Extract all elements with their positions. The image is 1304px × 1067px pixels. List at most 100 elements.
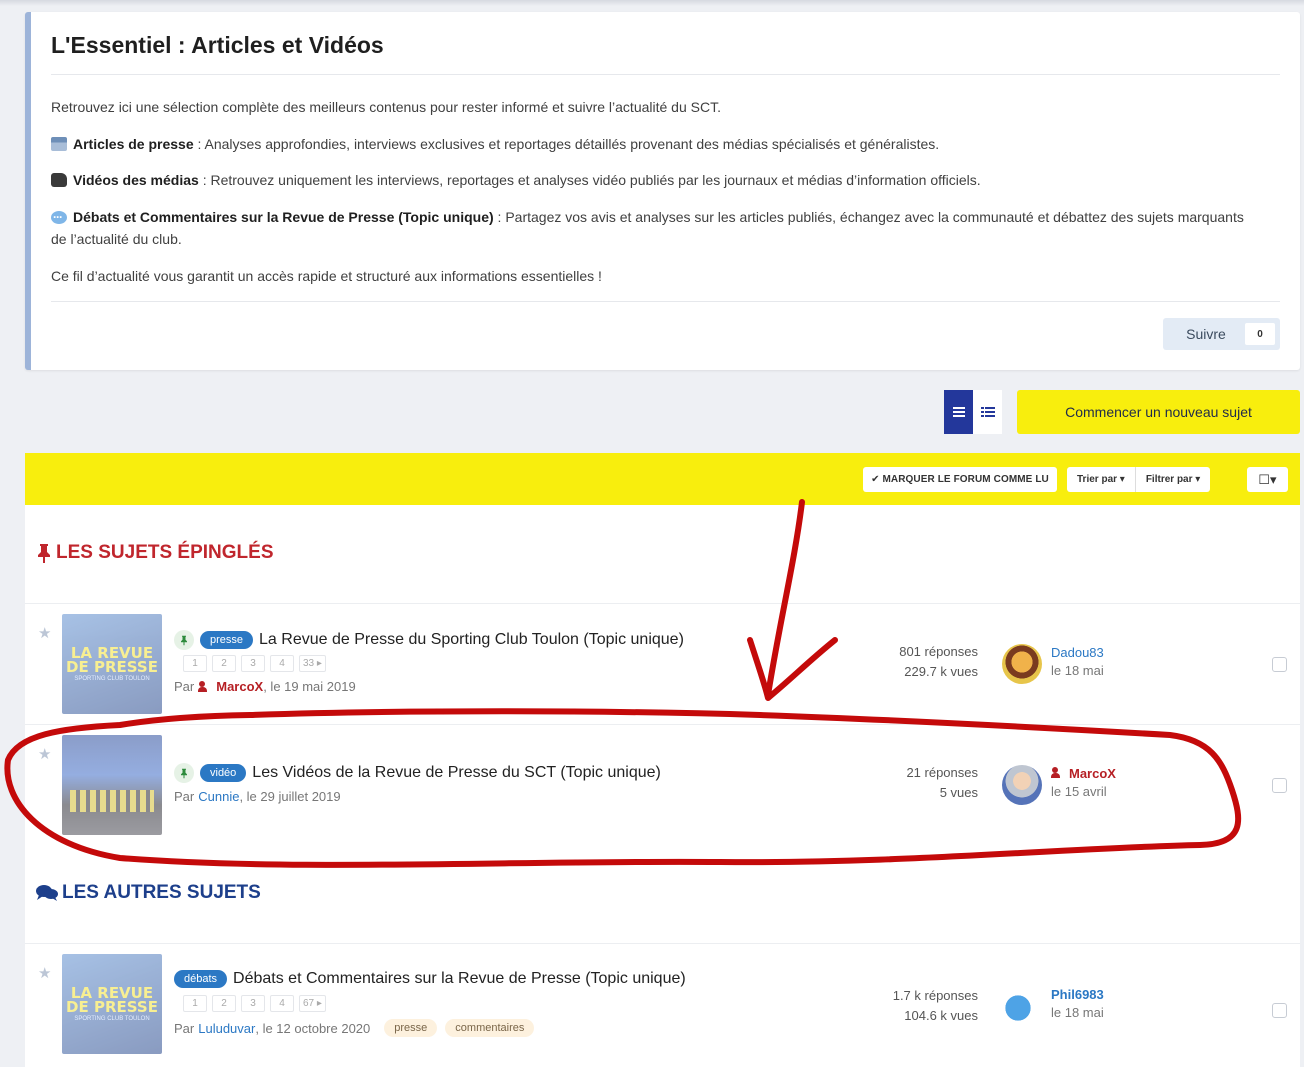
page-link[interactable]: 1 bbox=[183, 995, 207, 1012]
topic-date: , le 12 octobre 2020 bbox=[255, 1020, 371, 1036]
topic-checkbox[interactable] bbox=[1272, 778, 1287, 793]
mark-forum-read-button[interactable]: ✔ Marquer le forum comme lu bbox=[863, 467, 1057, 492]
reply-count: 21 réponses bbox=[906, 765, 978, 780]
last-post-date[interactable]: le 15 avril bbox=[1051, 783, 1116, 801]
topic-date: , le 29 juillet 2019 bbox=[239, 789, 341, 804]
reply-count: 801 réponses bbox=[899, 644, 978, 659]
topic-keyword-tag[interactable]: commentaires bbox=[445, 1019, 535, 1037]
last-page-link[interactable]: 67 ▸ bbox=[299, 995, 326, 1012]
last-post-date[interactable]: le 18 mai bbox=[1051, 662, 1104, 680]
topic-title-line: débats Débats et Commentaires sur la Rev… bbox=[174, 970, 686, 988]
page-link[interactable]: 2 bbox=[212, 655, 236, 672]
filter-button[interactable]: Filtrer par ▾ bbox=[1134, 467, 1210, 492]
video-camera-icon bbox=[51, 173, 67, 187]
newspaper-icon bbox=[51, 137, 67, 151]
pinned-icon bbox=[174, 630, 194, 650]
videos-text: : Retrouvez uniquement les interviews, r… bbox=[198, 172, 981, 188]
view-count: 229.7 k vues bbox=[904, 664, 978, 679]
topic-title-link[interactable]: Les Vidéos de la Revue de Presse du SCT … bbox=[252, 764, 661, 782]
moderator-icon bbox=[1051, 767, 1065, 778]
pagination: 1 2 3 4 33 ▸ bbox=[183, 655, 326, 672]
topic-row: ★ vidéo Les Vidéos de la Revue de Presse… bbox=[25, 725, 1300, 845]
articles-paragraph: Articles de presse : Analyses approfondi… bbox=[51, 133, 1252, 155]
page-link[interactable]: 4 bbox=[270, 995, 294, 1012]
pinned-section-label: Les sujets épinglés bbox=[56, 542, 274, 563]
top-shade bbox=[0, 0, 1304, 6]
topic-tag[interactable]: débats bbox=[174, 970, 228, 988]
topic-title-link[interactable]: La Revue de Presse du Sporting Club Toul… bbox=[259, 631, 684, 649]
outro-text: Ce fil d’actualité vous garantit un accè… bbox=[51, 268, 602, 284]
thumbnail-subtitle: SPORTING CLUB TOULON bbox=[74, 676, 150, 682]
thumbnail-line-2: DE PRESSE bbox=[66, 998, 158, 1016]
list-icon bbox=[952, 407, 965, 417]
last-page-link[interactable]: 33 ▸ bbox=[299, 655, 326, 672]
topic-thumbnail[interactable]: LA REVUE DE PRESSE SPORTING CLUB TOULON bbox=[62, 954, 162, 1054]
star-icon[interactable]: ★ bbox=[38, 964, 51, 982]
topic-tag[interactable]: vidéo bbox=[200, 764, 247, 782]
articles-text: : Analyses approfondies, interviews excl… bbox=[193, 136, 940, 152]
last-post-date[interactable]: le 18 mai bbox=[1051, 1004, 1104, 1022]
avatar[interactable] bbox=[1002, 644, 1042, 684]
list-view-button[interactable] bbox=[944, 390, 973, 434]
avatar[interactable] bbox=[1002, 988, 1042, 1028]
pinned-section-title: Les sujets épinglés bbox=[36, 542, 274, 564]
comments-icon bbox=[36, 885, 58, 901]
topic-thumbnail[interactable] bbox=[62, 735, 162, 835]
last-poster-link[interactable]: Dadou83 bbox=[1051, 644, 1104, 662]
page-link[interactable]: 3 bbox=[241, 655, 265, 672]
other-section-title: Les autres sujets bbox=[36, 882, 261, 904]
topic-title-line: presse La Revue de Presse du Sporting Cl… bbox=[174, 630, 684, 650]
by-label: Par bbox=[174, 1020, 195, 1036]
topic-stats: 1.7 k réponses 104.6 k vues bbox=[893, 986, 978, 1026]
view-count: 5 vues bbox=[939, 785, 978, 800]
divider bbox=[51, 301, 1280, 302]
follow-label: Suivre bbox=[1186, 326, 1226, 342]
author-link[interactable]: Cunnie bbox=[198, 789, 239, 804]
other-section-label: Les autres sujets bbox=[62, 882, 261, 903]
topic-meta: Par MarcoX, le 19 mai 2019 bbox=[174, 679, 356, 694]
topic-tag[interactable]: presse bbox=[200, 631, 254, 649]
topic-list: Les sujets épinglés ★ LA REVUE DE PRESSE… bbox=[25, 505, 1300, 1067]
forum-toolbar: ✔ Marquer le forum comme lu Trier par ▾ … bbox=[25, 453, 1300, 505]
topic-stats: 801 réponses 229.7 k vues bbox=[899, 642, 978, 682]
thumbnail-subtitle: SPORTING CLUB TOULON bbox=[74, 1016, 150, 1022]
author-link[interactable]: MarcoX bbox=[216, 679, 263, 694]
topic-keyword-tag[interactable]: presse bbox=[384, 1019, 438, 1037]
page-title: L'Essentiel : Articles et Vidéos bbox=[51, 32, 384, 58]
videos-label: Vidéos des médias bbox=[73, 172, 199, 188]
by-label: Par bbox=[174, 789, 195, 804]
topic-checkbox[interactable] bbox=[1272, 1003, 1287, 1018]
select-topics-button[interactable]: ☐▾ bbox=[1247, 467, 1288, 492]
new-topic-button[interactable]: Commencer un nouveau sujet bbox=[1017, 390, 1300, 434]
topic-thumbnail[interactable]: LA REVUE DE PRESSE SPORTING CLUB TOULON bbox=[62, 614, 162, 714]
page-link[interactable]: 1 bbox=[183, 655, 207, 672]
topic-row: ★ LA REVUE DE PRESSE SPORTING CLUB TOULO… bbox=[25, 604, 1300, 724]
topic-stats: 21 réponses 5 vues bbox=[906, 763, 978, 803]
reply-count: 1.7 k réponses bbox=[892, 988, 978, 1003]
pin-icon bbox=[38, 543, 50, 563]
star-icon[interactable]: ★ bbox=[38, 745, 51, 763]
page-link[interactable]: 3 bbox=[241, 995, 265, 1012]
sort-button[interactable]: Trier par ▾ bbox=[1067, 467, 1135, 492]
articles-label: Articles de presse bbox=[73, 136, 194, 152]
star-icon[interactable]: ★ bbox=[38, 624, 51, 642]
moderator-icon bbox=[198, 681, 212, 692]
avatar[interactable] bbox=[1002, 765, 1042, 805]
last-poster: MarcoX le 15 avril bbox=[1051, 765, 1116, 801]
author-link[interactable]: Luluduvar bbox=[198, 1021, 255, 1036]
follower-count: 0 bbox=[1245, 323, 1275, 345]
follow-button[interactable]: Suivre 0 bbox=[1163, 318, 1280, 350]
page-link[interactable]: 2 bbox=[212, 995, 236, 1012]
pagination: 1 2 3 4 67 ▸ bbox=[183, 995, 326, 1012]
debates-paragraph: Débats et Commentaires sur la Revue de P… bbox=[51, 206, 1252, 250]
last-poster-link[interactable]: Phil6983 bbox=[1051, 986, 1104, 1004]
pinned-icon bbox=[174, 763, 194, 783]
topic-meta: Par Luluduvar, le 12 octobre 2020 presse… bbox=[174, 1019, 535, 1037]
topic-checkbox[interactable] bbox=[1272, 657, 1287, 672]
last-poster-link[interactable]: MarcoX bbox=[1051, 765, 1116, 783]
compact-view-button[interactable] bbox=[973, 390, 1002, 434]
topic-title-link[interactable]: Débats et Commentaires sur la Revue de P… bbox=[233, 970, 686, 988]
sort-filter-group: Trier par ▾ Filtrer par ▾ bbox=[1067, 467, 1211, 492]
page-link[interactable]: 4 bbox=[270, 655, 294, 672]
topic-title-line: vidéo Les Vidéos de la Revue de Presse d… bbox=[174, 763, 661, 783]
